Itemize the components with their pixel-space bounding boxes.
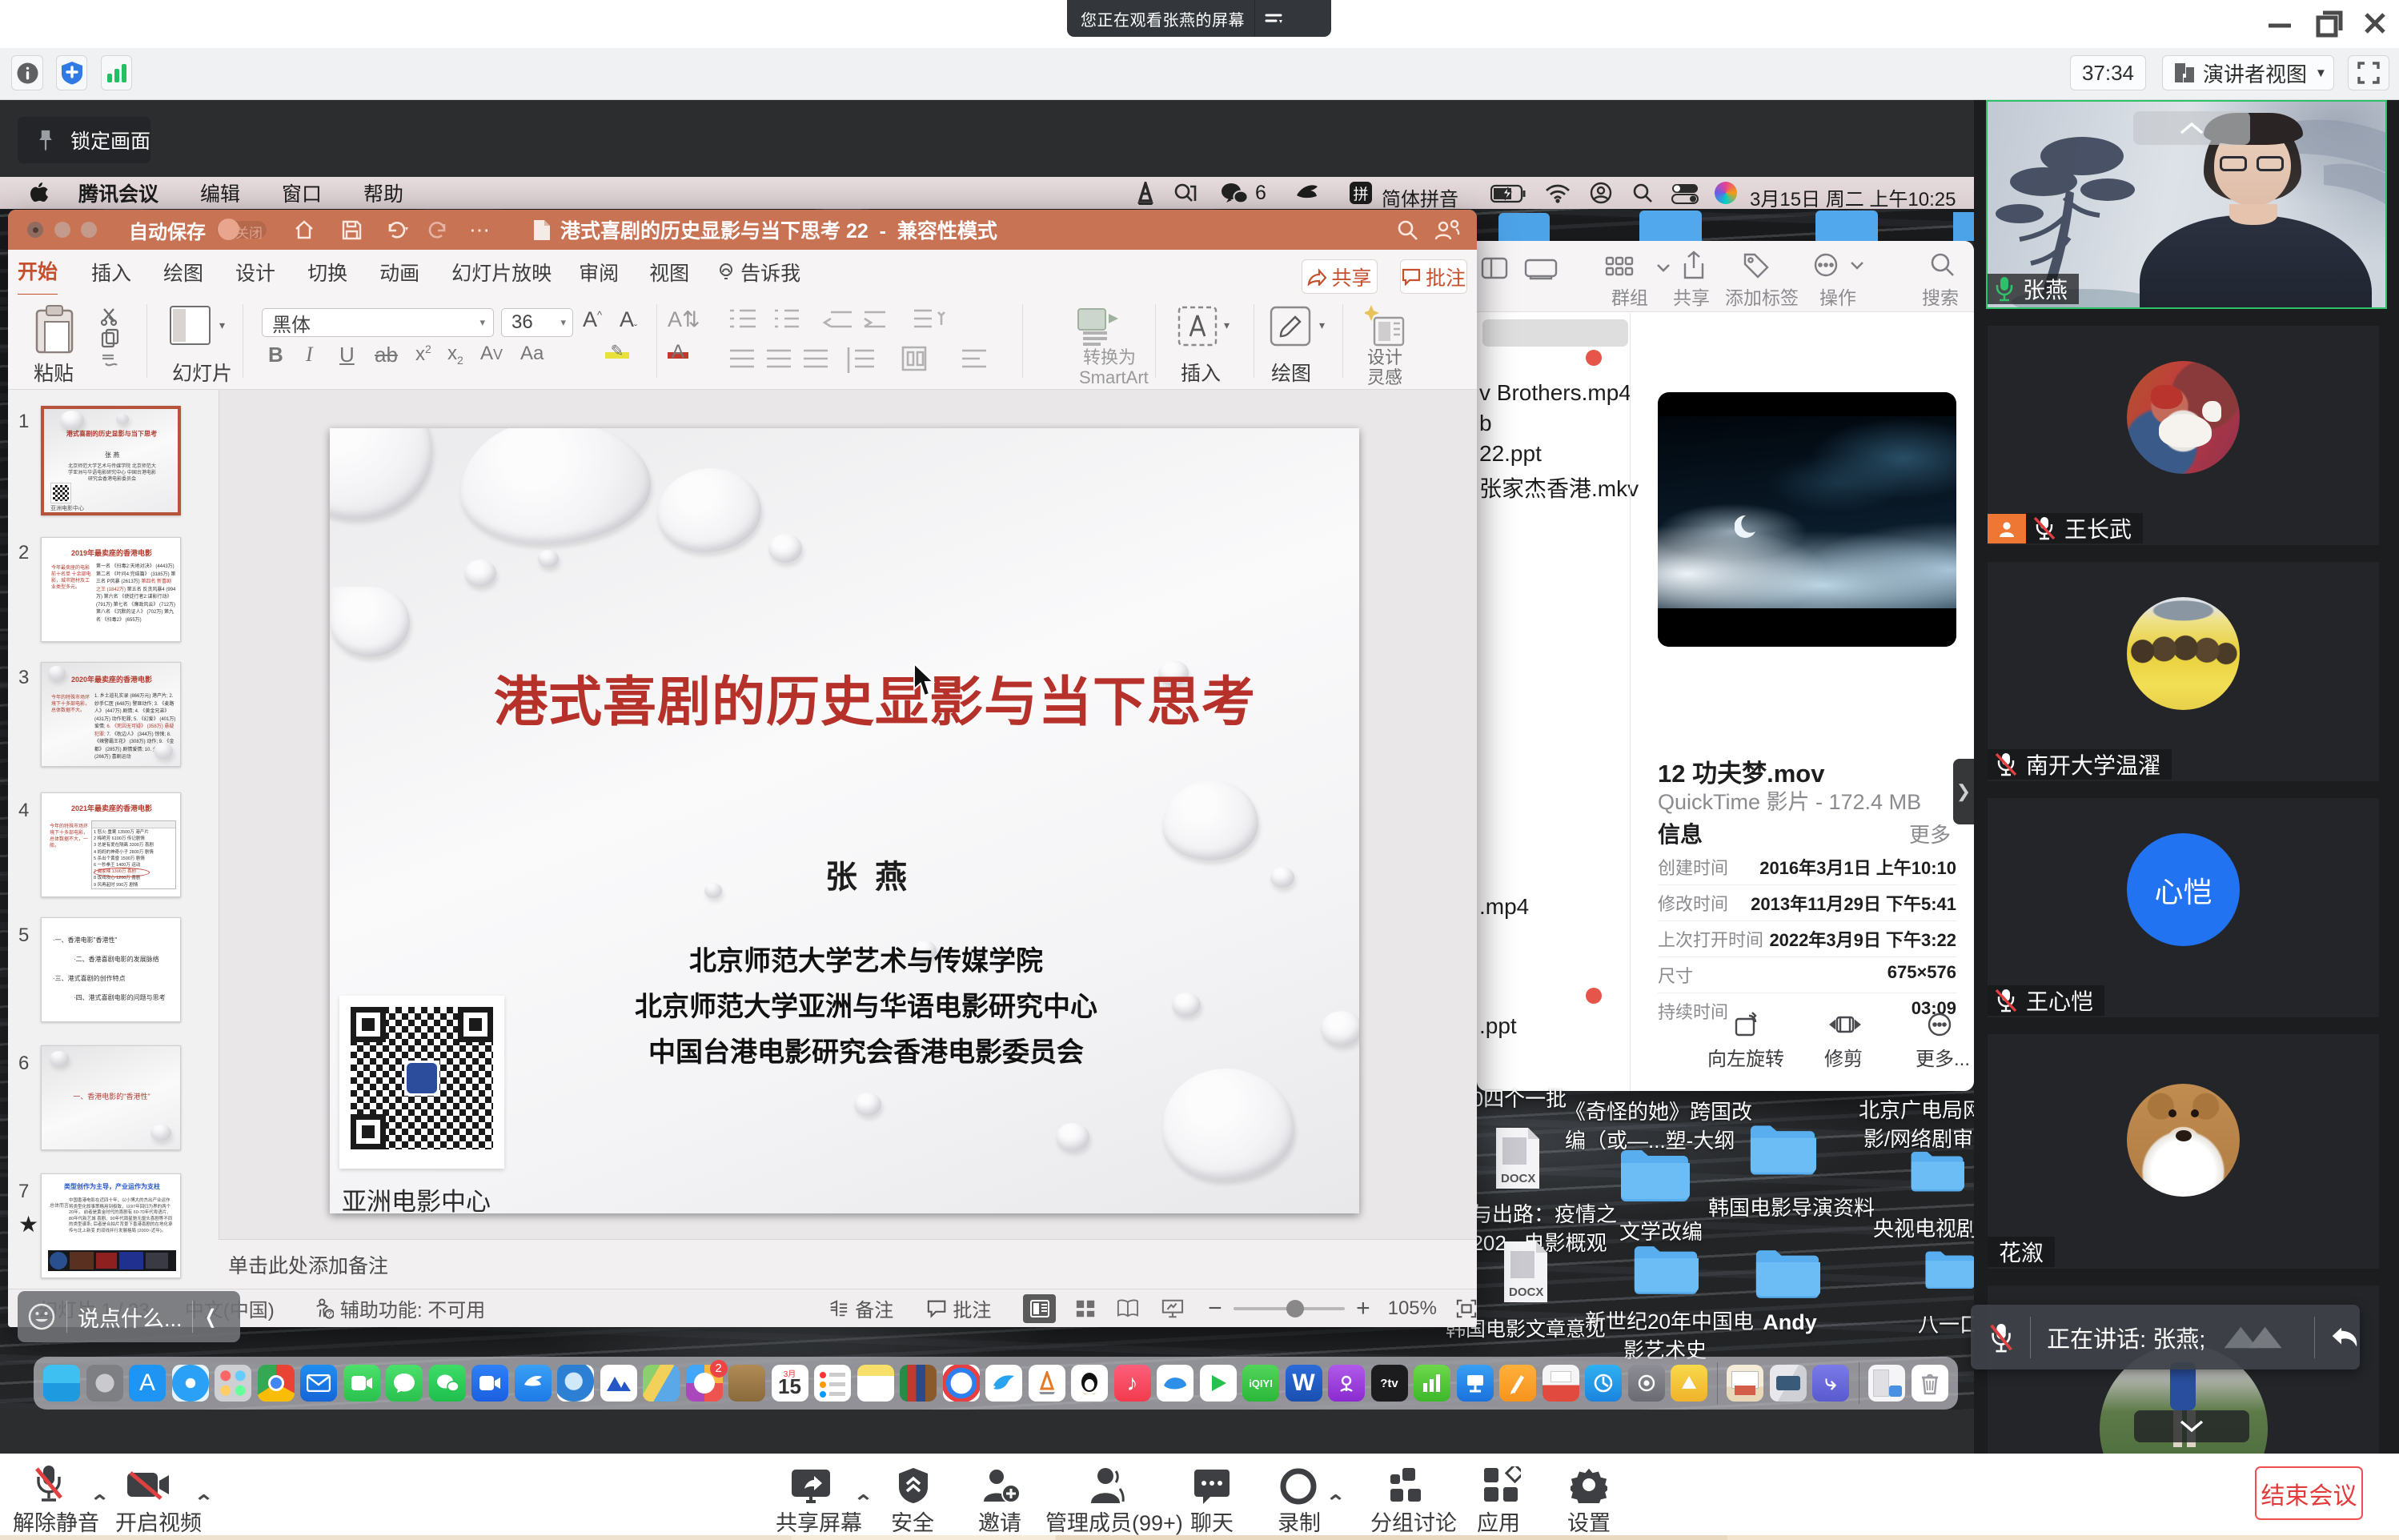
svg-text:DOCX: DOCX — [1501, 1172, 1535, 1185]
svg-text:?: ? — [327, 1310, 332, 1319]
svg-text:DOCX: DOCX — [1509, 1285, 1543, 1299]
